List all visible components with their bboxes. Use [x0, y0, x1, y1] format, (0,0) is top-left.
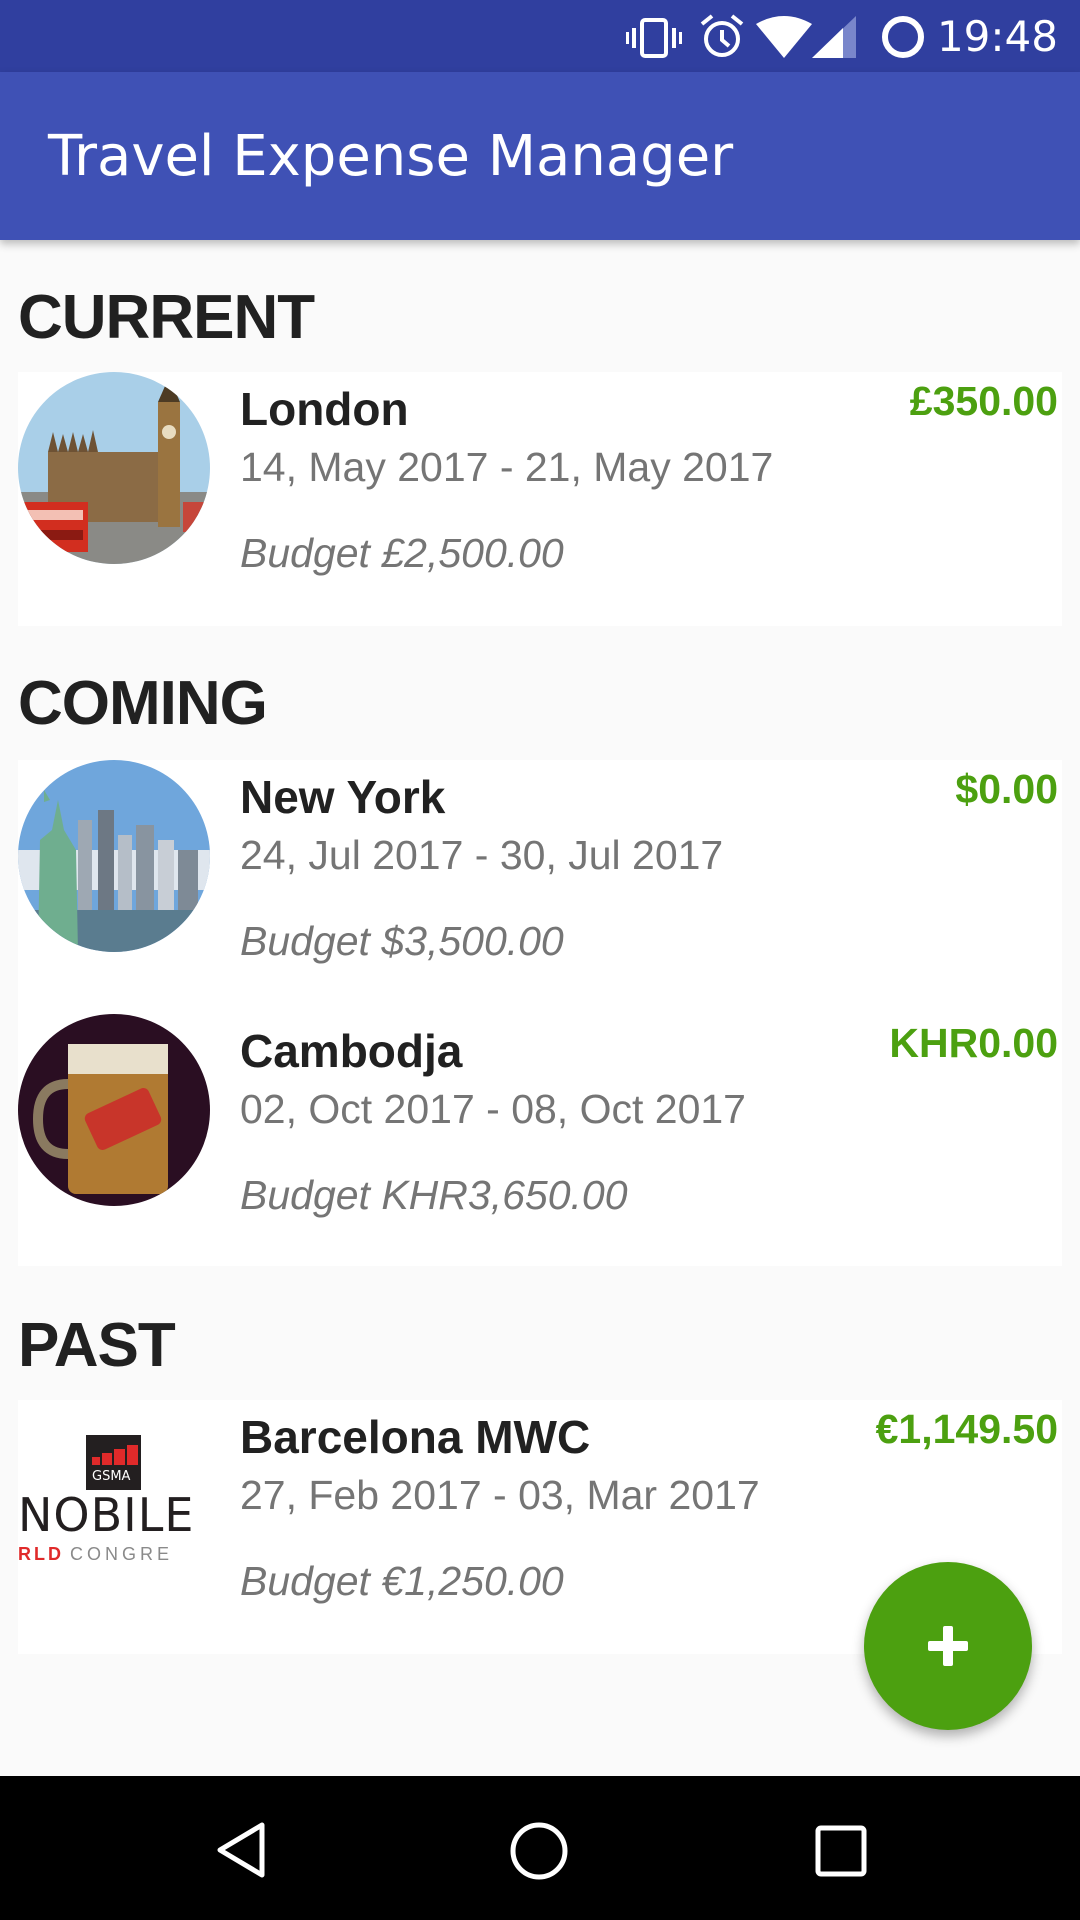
back-icon[interactable]: [212, 1820, 272, 1880]
trip-dates: 02, Oct 2017 - 08, Oct 2017: [240, 1086, 746, 1132]
alarm-icon: [700, 14, 744, 57]
london-big-ben-photo: [18, 372, 210, 564]
plus-icon: [928, 1626, 968, 1666]
recents-icon[interactable]: [814, 1824, 868, 1878]
section-title-past: PAST: [18, 1311, 176, 1380]
trip-spent: £350.00: [909, 378, 1058, 424]
cell-signal-icon: [812, 16, 856, 58]
trip-name: Cambodja: [240, 1025, 463, 1077]
trip-spent: $0.00: [955, 766, 1058, 812]
mobile-world-congress-logo: GSMA NOBILE RLD CONGRE: [18, 1400, 210, 1592]
trip-item-cambodja[interactable]: Cambodja 02, Oct 2017 - 08, Oct 2017 Bud…: [18, 1014, 1062, 1264]
app-title: Travel Expense Manager: [48, 124, 734, 189]
trip-name: Barcelona MWC: [240, 1411, 591, 1463]
trip-budget: Budget €1,250.00: [240, 1558, 564, 1604]
section-title-coming: COMING: [18, 669, 268, 738]
trip-dates: 14, May 2017 - 21, May 2017: [240, 444, 774, 490]
trip-item-london[interactable]: London 14, May 2017 - 21, May 2017 Budge…: [18, 372, 1062, 622]
trip-dates: 27, Feb 2017 - 03, Mar 2017: [240, 1472, 760, 1518]
trip-item-new-york[interactable]: New York 24, Jul 2017 - 30, Jul 2017 Bud…: [18, 760, 1062, 1010]
trip-budget: Budget KHR3,650.00: [240, 1172, 628, 1218]
navigation-bar: [0, 1776, 1080, 1920]
vibrate-icon: [626, 18, 682, 58]
cambodia-beer-mug-photo: [18, 1014, 210, 1206]
gsma-logo: GSMA: [86, 1435, 141, 1490]
app-bar: Travel Expense Manager: [0, 72, 1080, 240]
trip-spent: €1,149.50: [875, 1406, 1058, 1452]
section-title-current: CURRENT: [18, 283, 315, 352]
add-trip-button[interactable]: [864, 1562, 1032, 1730]
trip-budget: Budget £2,500.00: [240, 530, 564, 576]
home-icon[interactable]: [508, 1820, 570, 1882]
trip-budget: Budget $3,500.00: [240, 918, 564, 964]
clock: 19:48: [936, 12, 1058, 61]
new-york-statue-of-liberty-photo: [18, 760, 210, 952]
trip-card-coming: New York 24, Jul 2017 - 30, Jul 2017 Bud…: [18, 760, 1062, 1266]
trip-name: London: [240, 383, 409, 435]
trip-name: New York: [240, 771, 446, 823]
wifi-icon: [756, 16, 812, 58]
trip-dates: 24, Jul 2017 - 30, Jul 2017: [240, 832, 724, 878]
data-saver-icon: [882, 16, 924, 58]
status-bar: 19:48: [0, 0, 1080, 72]
trip-spent: KHR0.00: [889, 1020, 1058, 1066]
trip-card-current: London 14, May 2017 - 21, May 2017 Budge…: [18, 372, 1062, 626]
